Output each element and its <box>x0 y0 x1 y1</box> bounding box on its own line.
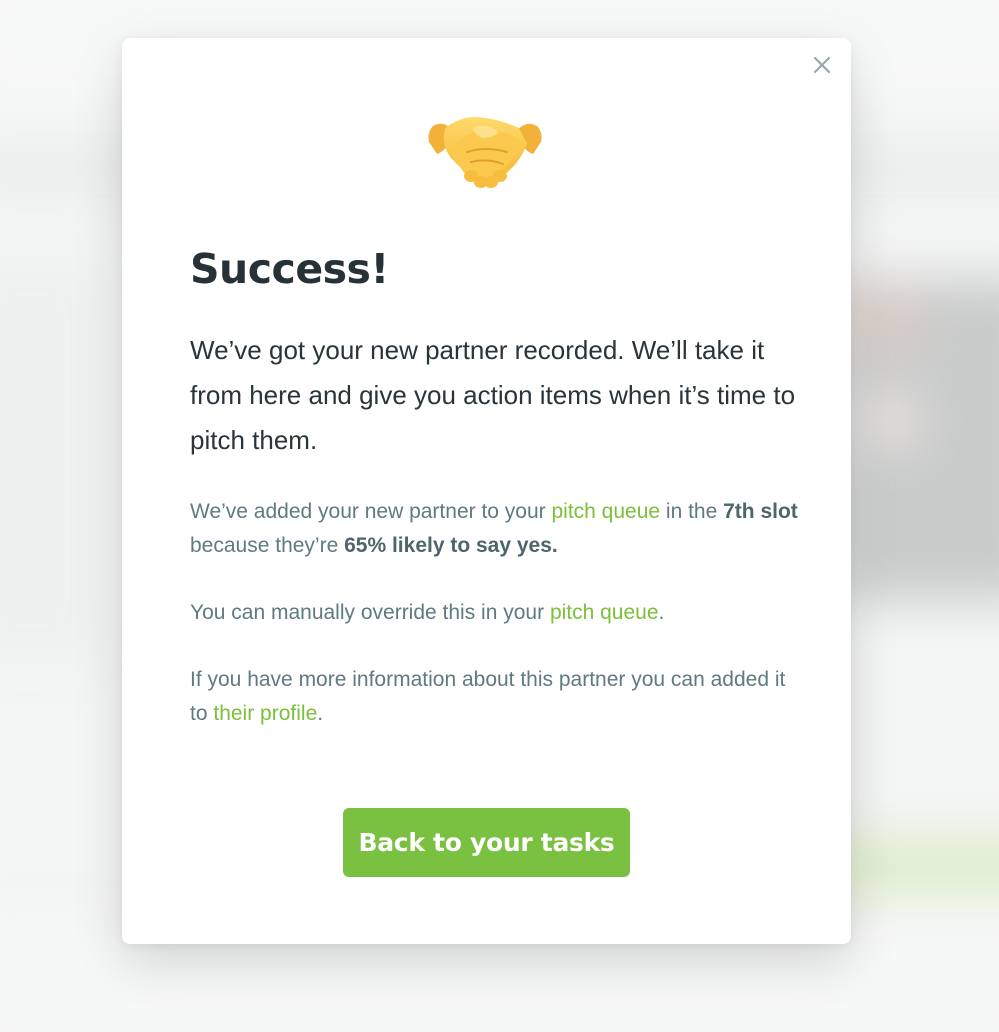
pitch-queue-link[interactable]: pitch queue <box>551 500 660 523</box>
their-profile-link[interactable]: their profile <box>213 702 317 725</box>
profile-paragraph: If you have more information about this … <box>190 663 800 731</box>
text-segment: in the <box>660 500 724 523</box>
back-to-tasks-button[interactable]: Back to your tasks <box>343 808 630 877</box>
text-segment: . <box>317 702 324 725</box>
success-modal: Success! We’ve got your new partner reco… <box>122 38 851 944</box>
close-button[interactable] <box>809 52 835 78</box>
slot-value: 7th slot <box>723 500 798 523</box>
likelihood-value: 65% likely to say yes. <box>344 534 558 557</box>
text-segment: . <box>658 601 665 624</box>
queue-info-paragraph: We’ve added your new partner to your pit… <box>190 495 800 563</box>
pitch-queue-link[interactable]: pitch queue <box>550 601 659 624</box>
text-segment: because they’re <box>190 534 345 557</box>
override-paragraph: You can manually override this in your p… <box>190 596 800 630</box>
modal-title: Success! <box>190 245 389 293</box>
handshake-icon <box>428 117 542 188</box>
text-segment: We’ve added your new partner to your <box>190 500 552 523</box>
lead-paragraph: We’ve got your new partner recorded. We’… <box>190 335 796 455</box>
text-segment: You can manually override this in your <box>190 601 550 624</box>
close-icon <box>813 56 831 74</box>
